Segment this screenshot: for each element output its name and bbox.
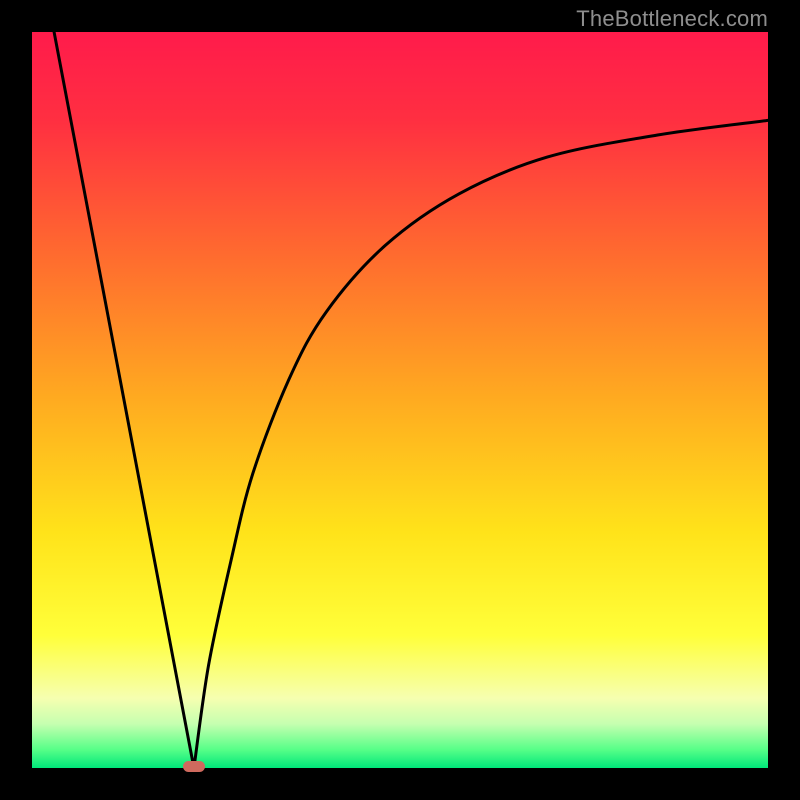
plot-frame xyxy=(32,32,768,768)
gradient-background xyxy=(32,32,768,768)
minimum-marker xyxy=(183,761,205,772)
watermark-text: TheBottleneck.com xyxy=(576,6,768,32)
chart-svg xyxy=(32,32,768,768)
